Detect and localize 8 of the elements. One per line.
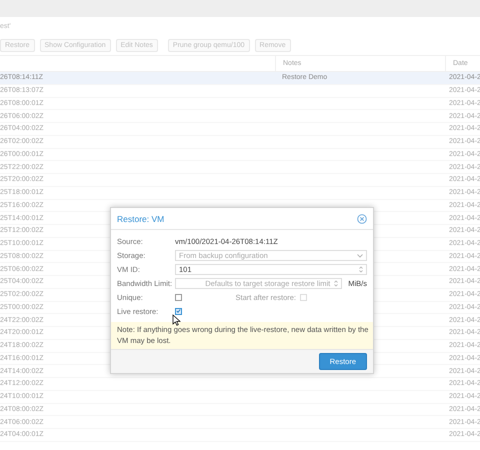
cursor-icon <box>172 314 181 326</box>
checkbox[interactable] <box>175 308 182 315</box>
close-icon[interactable] <box>357 214 367 224</box>
spinner-icon <box>334 280 338 288</box>
dialog-title: Restore: VM <box>117 214 164 224</box>
checkbox[interactable] <box>175 294 182 302</box>
spinner-icon <box>359 266 363 274</box>
caret-icon <box>357 254 363 258</box>
